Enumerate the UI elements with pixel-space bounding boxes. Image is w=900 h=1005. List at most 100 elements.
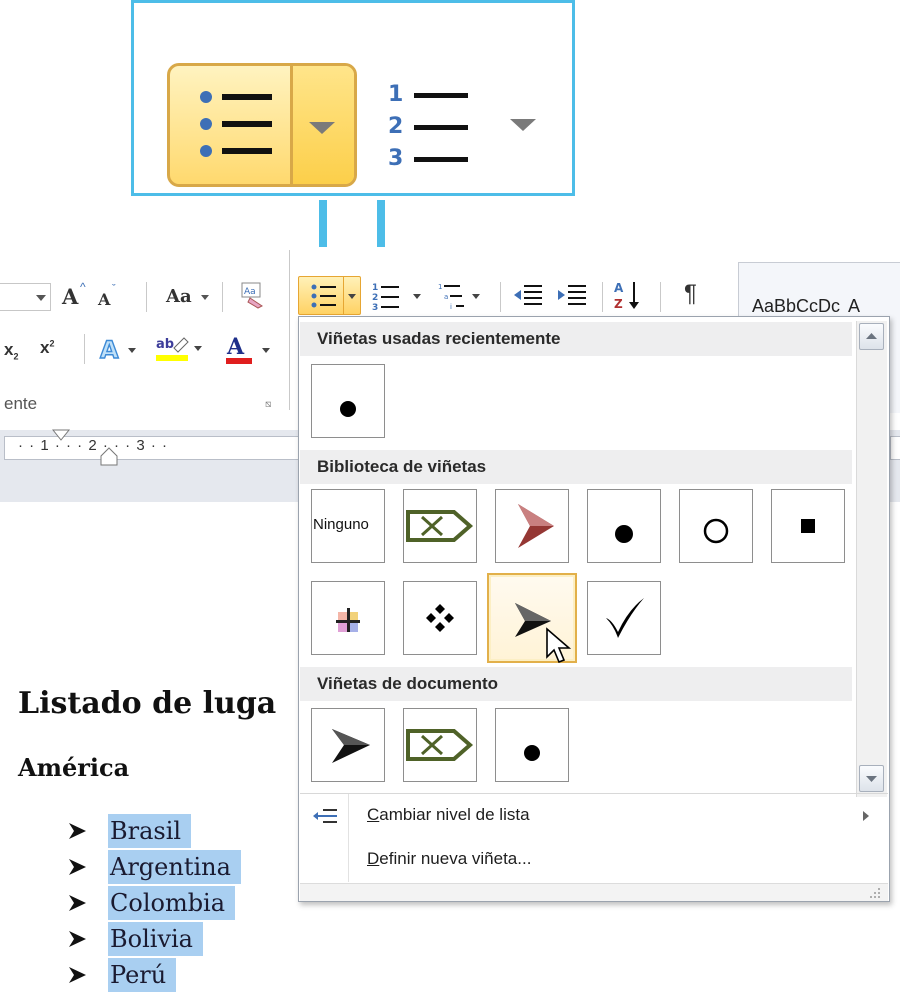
zoom-numbering-chevron-icon — [510, 119, 536, 131]
section-recent-bullets: Viñetas usadas recientemente — [300, 322, 852, 356]
bullet-tile-circle[interactable] — [679, 489, 753, 563]
color-cross-bullet-icon — [336, 608, 360, 632]
resize-grip-bar[interactable] — [300, 883, 888, 901]
red-arrowhead-bullet-icon — [518, 504, 554, 548]
svg-text:Aa: Aa — [244, 287, 256, 297]
svg-text:i: i — [450, 303, 452, 311]
ribbon-separator — [84, 334, 85, 364]
svg-text:2: 2 — [388, 114, 403, 139]
scroll-down-button[interactable] — [859, 765, 884, 792]
bullet-tile-square[interactable] — [771, 489, 845, 563]
arrowhead-bullet-icon — [69, 931, 86, 947]
svg-text:a: a — [444, 293, 448, 301]
grow-font-button[interactable]: A — [62, 284, 78, 309]
bullet-none-label: Ninguno — [313, 516, 369, 533]
green-x-tag-bullet-icon — [406, 510, 474, 542]
resize-grip-icon — [870, 888, 880, 898]
bullet-tile-none[interactable]: Ninguno — [311, 489, 385, 563]
zoom-bullets-dropdown-part — [293, 66, 354, 184]
numbering-button[interactable]: 1 2 3 — [370, 278, 430, 314]
svg-text:1: 1 — [438, 283, 442, 291]
ribbon-separator — [660, 282, 661, 312]
style-preview[interactable]: AaBbCcDc — [752, 296, 840, 316]
style-preview-cut[interactable]: A — [848, 296, 860, 316]
hanging-indent-marker-icon[interactable] — [100, 447, 120, 467]
arrowhead-bullet-icon — [332, 729, 370, 763]
font-color-icon[interactable]: A — [224, 332, 272, 366]
bullet-tile-doc-arrowhead[interactable] — [311, 708, 385, 782]
gallery-scrollbar[interactable] — [856, 321, 887, 797]
highlight-color-icon[interactable]: ab — [154, 332, 202, 364]
svg-text:2: 2 — [372, 293, 378, 303]
list-item-text[interactable]: Argentina — [108, 850, 241, 884]
chevron-up-icon — [866, 333, 877, 339]
shrink-font-button[interactable]: A — [98, 290, 110, 309]
list-item-text[interactable]: Bolivia — [108, 922, 203, 956]
chevron-down-icon — [201, 295, 209, 300]
document-title: Listado de luga — [18, 686, 277, 721]
superscript-button[interactable]: x2 — [40, 338, 54, 358]
arrowhead-bullet-icon — [69, 823, 86, 839]
first-line-indent-marker-icon[interactable] — [52, 429, 72, 443]
submenu-arrow-icon — [863, 811, 869, 821]
bullet-tile-doc-green-x[interactable] — [403, 708, 477, 782]
four-diamonds-bullet-icon — [426, 604, 454, 632]
zoom-callout: 1 2 3 — [131, 0, 575, 196]
zoom-bullet-list-icon — [200, 91, 272, 157]
zoom-split-line — [290, 66, 293, 184]
sort-az-icon[interactable]: A Z — [612, 278, 646, 312]
bullet-tile-green-x[interactable] — [403, 489, 477, 563]
subscript-button[interactable]: x2 — [4, 340, 18, 361]
bullet-tile-recent-dot[interactable] — [311, 364, 385, 438]
change-case-button[interactable]: Aa — [166, 286, 192, 307]
ribbon-separator — [602, 282, 603, 312]
bullet-tile-doc-dot[interactable] — [495, 708, 569, 782]
multilevel-list-icon[interactable]: 1 a i — [436, 278, 486, 314]
filled-dot-bullet-icon — [615, 525, 633, 543]
list-item-text[interactable]: Colombia — [108, 886, 236, 920]
chevron-down-icon — [36, 295, 46, 301]
bullet-tile-color-cross[interactable] — [311, 581, 385, 655]
pilcrow-icon[interactable]: ¶ — [684, 280, 697, 308]
bullets-button[interactable] — [298, 276, 361, 315]
section-document-bullets: Viñetas de documento — [300, 667, 852, 701]
svg-text:A: A — [100, 336, 119, 364]
ruler-marks: · · 1 · · · 2 · · · 3 · · — [18, 437, 168, 454]
chevron-down-icon — [866, 776, 877, 782]
scroll-up-button[interactable] — [859, 323, 884, 350]
list-item-text[interactable]: Perú — [108, 958, 177, 992]
clear-formatting-icon[interactable]: Aa — [238, 280, 268, 310]
svg-text:1: 1 — [388, 82, 403, 107]
list-item-text[interactable]: Brasil — [108, 814, 192, 848]
svg-text:ab: ab — [156, 337, 174, 352]
svg-text:A: A — [226, 334, 245, 360]
zoom-numbered-list-icon: 1 2 3 — [388, 82, 468, 171]
change-list-level-menu-item[interactable]: Cambiar nivel de lista — [367, 805, 530, 825]
font-size-field[interactable] — [0, 283, 51, 311]
hollow-circle-bullet-icon — [703, 518, 729, 544]
document-subtitle: América — [18, 753, 130, 782]
arrowhead-bullet-icon — [69, 967, 86, 983]
decrease-indent-icon[interactable] — [512, 281, 546, 311]
ribbon-separator — [500, 282, 501, 312]
filled-dot-bullet-icon — [524, 745, 540, 761]
zoom-chevron-down-icon — [309, 122, 335, 134]
bullet-tile-checkmark[interactable] — [587, 581, 661, 655]
bullet-tile-dot[interactable] — [587, 489, 661, 563]
dialog-launcher-icon[interactable]: ⧅ — [265, 399, 275, 410]
ribbon-group-separator — [289, 250, 290, 410]
filled-dot-bullet-icon — [340, 401, 356, 417]
text-effects-icon[interactable]: A — [98, 334, 138, 364]
ribbon-separator — [222, 282, 223, 312]
bullet-tile-diamonds[interactable] — [403, 581, 477, 655]
filled-square-bullet-icon — [801, 519, 815, 533]
bullet-tile-red-arrowhead[interactable] — [495, 489, 569, 563]
section-bullet-library: Biblioteca de viñetas — [300, 450, 852, 484]
ribbon-group-label: ente — [4, 394, 38, 413]
bullet-library-dropdown: Viñetas usadas recientemente Biblioteca … — [298, 316, 890, 902]
grow-caret-icon: ^ — [80, 280, 86, 294]
define-new-bullet-menu-item[interactable]: Definir nueva viñeta... — [367, 849, 531, 869]
increase-indent-icon[interactable] — [556, 281, 590, 311]
ruler-right-edge — [890, 436, 900, 460]
checkmark-bullet-icon — [606, 598, 644, 638]
